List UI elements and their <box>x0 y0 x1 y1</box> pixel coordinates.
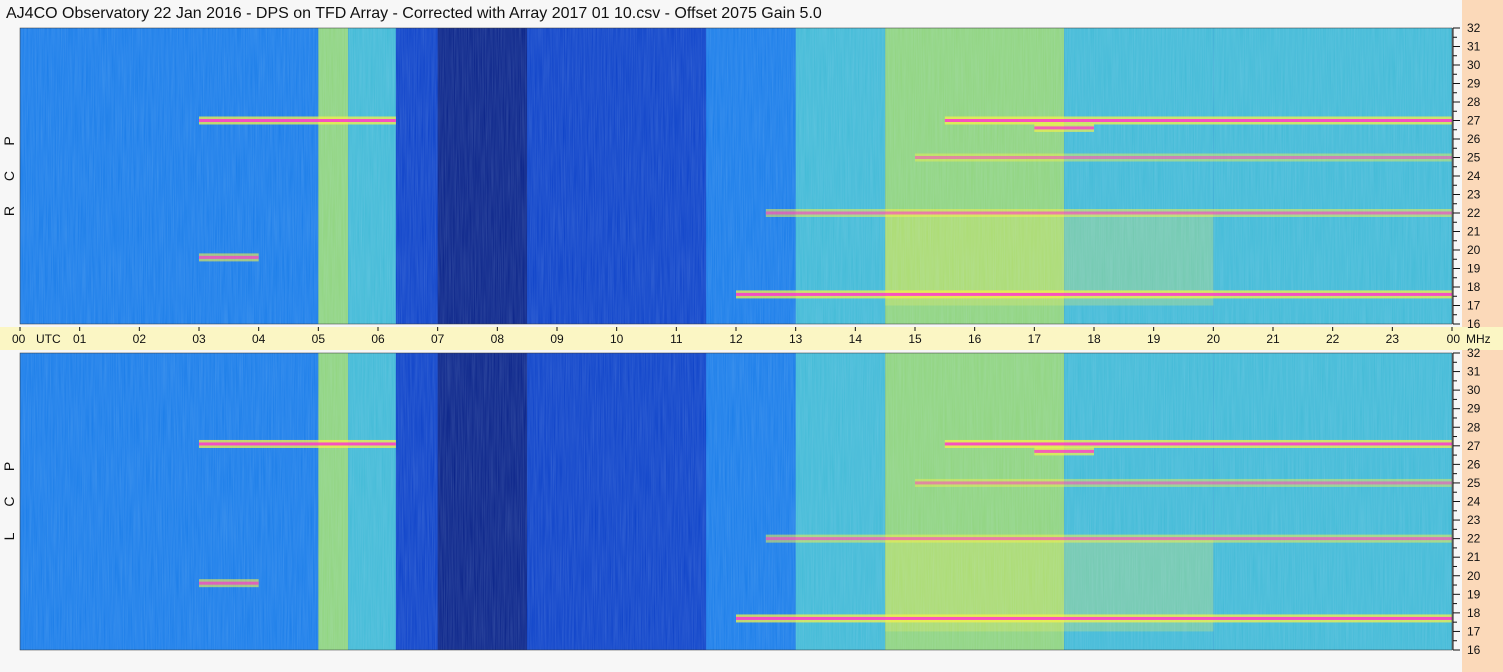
emission-line-core <box>1034 126 1094 130</box>
emission-line-core <box>199 255 259 259</box>
frequency-tick-label: 32 <box>1467 21 1481 35</box>
frequency-tick-label: 27 <box>1467 439 1481 453</box>
time-tick-label: 15 <box>908 332 922 346</box>
frequency-axis-top: 32 31 30 29 28 27 26 25 24 23 22 21 20 19 18 17 16 <box>1452 21 1481 331</box>
frequency-tick-label: 22 <box>1467 532 1481 546</box>
time-tick-label: 16 <box>968 332 982 346</box>
time-tick-label: 06 <box>371 332 385 346</box>
frequency-tick-label: 17 <box>1467 624 1481 638</box>
frequency-tick-label: 18 <box>1467 606 1481 620</box>
time-tick-label: 11 <box>670 332 683 346</box>
time-tick-label: 00 <box>1447 332 1461 346</box>
emission-line-core <box>915 156 1452 159</box>
polarization-letter: C <box>1 496 17 506</box>
polarization-letter: P <box>1 462 17 471</box>
time-tick-label: 09 <box>550 332 564 346</box>
frequency-tick-label: 23 <box>1467 188 1481 202</box>
time-tick-label: 07 <box>431 332 445 346</box>
rcp-spectrogram-panel <box>19 27 1453 325</box>
frequency-tick-label: 27 <box>1467 114 1481 128</box>
time-tick-label: 02 <box>133 332 147 346</box>
time-tick-label: 17 <box>1028 332 1042 346</box>
frequency-tick-label: 20 <box>1467 569 1481 583</box>
time-tick-label: 01 <box>73 332 87 346</box>
polarization-letter: L <box>1 532 17 540</box>
emission-line-core <box>199 119 396 122</box>
frequency-tick-label: 25 <box>1467 476 1481 490</box>
emission-line-core <box>736 616 1452 620</box>
time-tick-label: 00 <box>12 332 26 346</box>
emission-line-core <box>736 292 1452 296</box>
frequency-tick-label: 29 <box>1467 402 1481 416</box>
frequency-tick-label: 18 <box>1467 280 1481 294</box>
emission-line-core <box>199 581 259 585</box>
time-tick-label: 05 <box>312 332 326 346</box>
noise-texture <box>20 353 1452 650</box>
emission-line-core <box>944 119 1452 122</box>
noise-texture <box>20 28 1452 324</box>
time-tick-label: 13 <box>789 332 803 346</box>
frequency-tick-label: 24 <box>1467 495 1481 509</box>
frequency-tick-label: 21 <box>1467 550 1481 564</box>
frequency-tick-label: 19 <box>1467 587 1481 601</box>
frequency-tick-label: 30 <box>1467 58 1481 72</box>
time-tick-label: 08 <box>491 332 505 346</box>
time-tick-label: 12 <box>729 332 743 346</box>
frequency-tick-label: 31 <box>1467 365 1481 379</box>
frequency-tick-label: 23 <box>1467 513 1481 527</box>
frequency-tick-label: 22 <box>1467 206 1481 220</box>
frequency-tick-label: 17 <box>1467 299 1481 313</box>
frequency-tick-label: 32 <box>1467 346 1481 360</box>
frequency-tick-label: 26 <box>1467 457 1481 471</box>
emission-line-core <box>915 481 1452 485</box>
chart-title: AJ4CO Observatory 22 Jan 2016 - DPS on T… <box>6 5 822 22</box>
frequency-tick-label: 21 <box>1467 225 1481 239</box>
frequency-tick-label: 16 <box>1467 317 1481 331</box>
time-tick-label: 04 <box>252 332 266 346</box>
emission-line-core <box>765 537 1452 541</box>
time-tick-label: 14 <box>849 332 863 346</box>
time-tick-label: 23 <box>1386 332 1400 346</box>
frequency-tick-label: 29 <box>1467 77 1481 91</box>
time-axis-label: UTC <box>36 332 61 346</box>
emission-line-core <box>944 442 1452 446</box>
time-tick-label: 22 <box>1326 332 1340 346</box>
frequency-tick-label: 24 <box>1467 169 1481 183</box>
polarization-letter: P <box>1 136 17 145</box>
emission-line-core <box>199 442 396 446</box>
spectrogram-chart: AJ4CO Observatory 22 Jan 2016 - DPS on T… <box>0 0 1503 672</box>
frequency-tick-label: 25 <box>1467 151 1481 165</box>
polarization-letter: C <box>1 171 17 181</box>
time-tick-label: 19 <box>1147 332 1161 346</box>
lcp-spectrogram-panel <box>19 352 1453 651</box>
frequency-tick-label: 19 <box>1467 262 1481 276</box>
emission-line-core <box>765 211 1452 215</box>
frequency-tick-label: 28 <box>1467 95 1481 109</box>
frequency-unit-label: MHz <box>1466 332 1491 346</box>
frequency-tick-label: 16 <box>1467 643 1481 657</box>
frequency-tick-label: 20 <box>1467 243 1481 257</box>
frequency-tick-label: 31 <box>1467 40 1481 54</box>
time-tick-label: 21 <box>1266 332 1280 346</box>
time-tick-label: 03 <box>192 332 206 346</box>
time-tick-label: 20 <box>1207 332 1221 346</box>
time-tick-label: 10 <box>610 332 624 346</box>
polarization-letter: R <box>1 206 17 216</box>
time-tick-label: 18 <box>1087 332 1101 346</box>
frequency-tick-label: 28 <box>1467 420 1481 434</box>
frequency-tick-label: 30 <box>1467 383 1481 397</box>
emission-line-core <box>1034 449 1094 453</box>
frequency-tick-label: 26 <box>1467 132 1481 146</box>
frequency-axis-bottom: 32 31 30 29 28 27 26 25 24 23 22 21 20 19 18 17 16 <box>1452 346 1481 657</box>
